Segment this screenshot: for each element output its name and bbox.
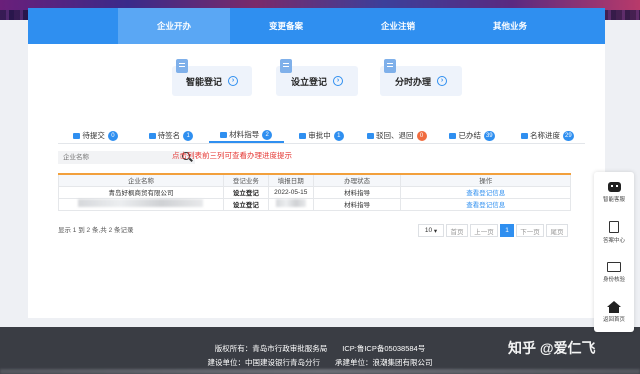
next-page-button[interactable]: 下一页 (516, 224, 544, 237)
side-item-label: 智能客服 (602, 196, 625, 203)
home-icon (607, 301, 621, 313)
nav-tab-enterprise-opening[interactable]: 企业开办 (118, 8, 230, 44)
count-badge: 29 (562, 130, 574, 141)
count-badge: 1 (333, 130, 344, 141)
column-header: 登记业务 (222, 173, 269, 187)
status-tabs: 待提交 0 待签名 1 材料指导 2 审批中 1 驳回、退回 0 已办结 39 名称进度 29 (58, 128, 585, 144)
footer-blurred-line (0, 369, 640, 374)
company-name-cell[interactable]: 青岛好枫商贸有限公司 (58, 185, 224, 199)
footer-builder: 建设单位：中国建设银行青岛分行 承建单位：浪潮集团有限公司 (207, 358, 433, 367)
side-item-home[interactable]: 返回首页 (594, 292, 634, 332)
main-nav: 企业开办 变更备案 企业注销 其他业务 (28, 8, 605, 44)
count-badge: 1 (183, 130, 194, 141)
count-badge: 39 (483, 130, 495, 141)
records-table: 企业名称 登记业务 填报日期 办理状态 操作 青岛好枫商贸有限公司 设立登记 2… (58, 173, 571, 211)
side-item-answer-center[interactable]: 答案中心 (594, 212, 634, 252)
establishment-registration-label: 设立登记 (290, 76, 327, 87)
count-badge: 0 (416, 130, 427, 141)
count-badge: 2 (262, 129, 273, 140)
tab-name-progress[interactable]: 名称进度 29 (510, 128, 585, 143)
document-icon (280, 59, 292, 73)
tab-rejected-returned[interactable]: 驳回、退回 0 (359, 128, 434, 143)
page-size-select[interactable]: 10 ▾ (418, 224, 444, 237)
column-header: 填报日期 (267, 173, 314, 187)
first-page-button[interactable]: 首页 (446, 224, 468, 237)
id-card-icon (607, 261, 621, 272)
tab-label: 名称进度 (529, 131, 560, 140)
timeshare-processing-label: 分时办理 (394, 76, 431, 87)
edit-icon (299, 132, 307, 139)
tab-label: 审批中 (308, 131, 331, 140)
timeshare-processing-button[interactable]: 分时办理 › (380, 59, 462, 96)
chevron-down-icon: ▾ (433, 227, 438, 235)
current-page-button[interactable]: 1 (500, 224, 514, 237)
status-cell: 材料指导 (312, 185, 402, 199)
tab-under-review[interactable]: 审批中 1 (284, 128, 359, 143)
tab-pending-submit[interactable]: 待提交 0 (58, 128, 133, 143)
view-registration-link[interactable]: 查看登记信息 (400, 185, 571, 199)
edit-icon (220, 131, 228, 138)
document-icon (176, 59, 188, 73)
company-name-cell[interactable] (58, 197, 224, 211)
chevron-right-icon: › (228, 76, 238, 86)
date-cell[interactable] (267, 197, 314, 211)
chevron-right-icon: › (333, 76, 343, 86)
side-item-label: 返回首页 (602, 317, 625, 323)
pagination: 10 ▾ 首页 上一页 1 下一页 尾页 (418, 224, 568, 237)
edit-icon (148, 132, 156, 139)
date-cell[interactable]: 2022-05-15 (267, 185, 314, 199)
smart-registration-button[interactable]: 智能登记 › (172, 59, 252, 96)
business-cell[interactable]: 设立登记 (222, 197, 269, 211)
prev-page-button[interactable]: 上一页 (470, 224, 498, 237)
redacted-text (275, 199, 306, 207)
side-item-smart-service[interactable]: 智能客服 (594, 172, 634, 212)
tab-label: 驳回、退回 (376, 131, 414, 140)
column-header: 办理状态 (312, 173, 402, 187)
edit-icon (520, 132, 528, 139)
chevron-right-icon: › (437, 76, 447, 86)
pagination-info: 显示 1 到 2 条,共 2 条记录 (58, 227, 134, 234)
list-icon (73, 132, 81, 139)
folder-icon (367, 132, 375, 139)
view-registration-link[interactable]: 查看登记信息 (400, 197, 571, 211)
page-size-value: 10 (424, 227, 433, 234)
side-item-label: 答案中心 (602, 237, 625, 244)
status-cell: 材料指导 (312, 197, 402, 211)
document-icon (609, 220, 619, 233)
side-menu: 智能客服 答案中心 身份核验 返回首页 (594, 172, 634, 332)
column-header: 企业名称 (58, 173, 224, 187)
redacted-text (78, 199, 204, 207)
robot-icon (607, 181, 621, 192)
nav-tab-other[interactable]: 其他业务 (454, 8, 566, 44)
table-row[interactable]: 青岛好枫商贸有限公司 设立登记 2022-05-15 材料指导 查看登记信息 (58, 185, 571, 199)
side-item-identity-verify[interactable]: 身份核验 (594, 252, 634, 292)
tab-label: 材料指导 (229, 130, 260, 139)
watermark: 知乎 @爱仁飞 (508, 340, 596, 356)
nav-tab-change-filing[interactable]: 变更备案 (230, 8, 342, 44)
last-page-button[interactable]: 尾页 (546, 224, 568, 237)
tab-label: 已办结 (458, 131, 481, 140)
tab-pending-sign[interactable]: 待签名 1 (133, 128, 208, 143)
table-row[interactable]: 设立登记 材料指导 查看登记信息 (58, 197, 571, 211)
column-header: 操作 (400, 173, 571, 187)
count-badge: 0 (107, 130, 118, 141)
main-panel: 智能登记 › 设立登记 › 分时办理 › 待提交 0 待签名 1 材料指导 2 审批中… (28, 44, 605, 318)
tab-label: 待签名 (157, 131, 181, 140)
business-cell[interactable]: 设立登记 (222, 185, 269, 199)
tab-material-guidance[interactable]: 材料指导 2 (208, 128, 284, 143)
smart-registration-label: 智能登记 (185, 76, 222, 87)
establishment-registration-button[interactable]: 设立登记 › (276, 59, 358, 96)
tab-label: 待提交 (82, 131, 105, 140)
document-icon (384, 59, 396, 73)
table-header-row: 企业名称 登记业务 填报日期 办理状态 操作 (58, 173, 571, 187)
progress-hint: 点击列表前三列可查看办理进度提示 (172, 151, 292, 160)
folder-icon (449, 132, 457, 139)
nav-tab-deregistration[interactable]: 企业注销 (342, 8, 454, 44)
side-item-label: 身份核验 (602, 276, 625, 283)
tab-completed[interactable]: 已办结 39 (434, 128, 509, 143)
